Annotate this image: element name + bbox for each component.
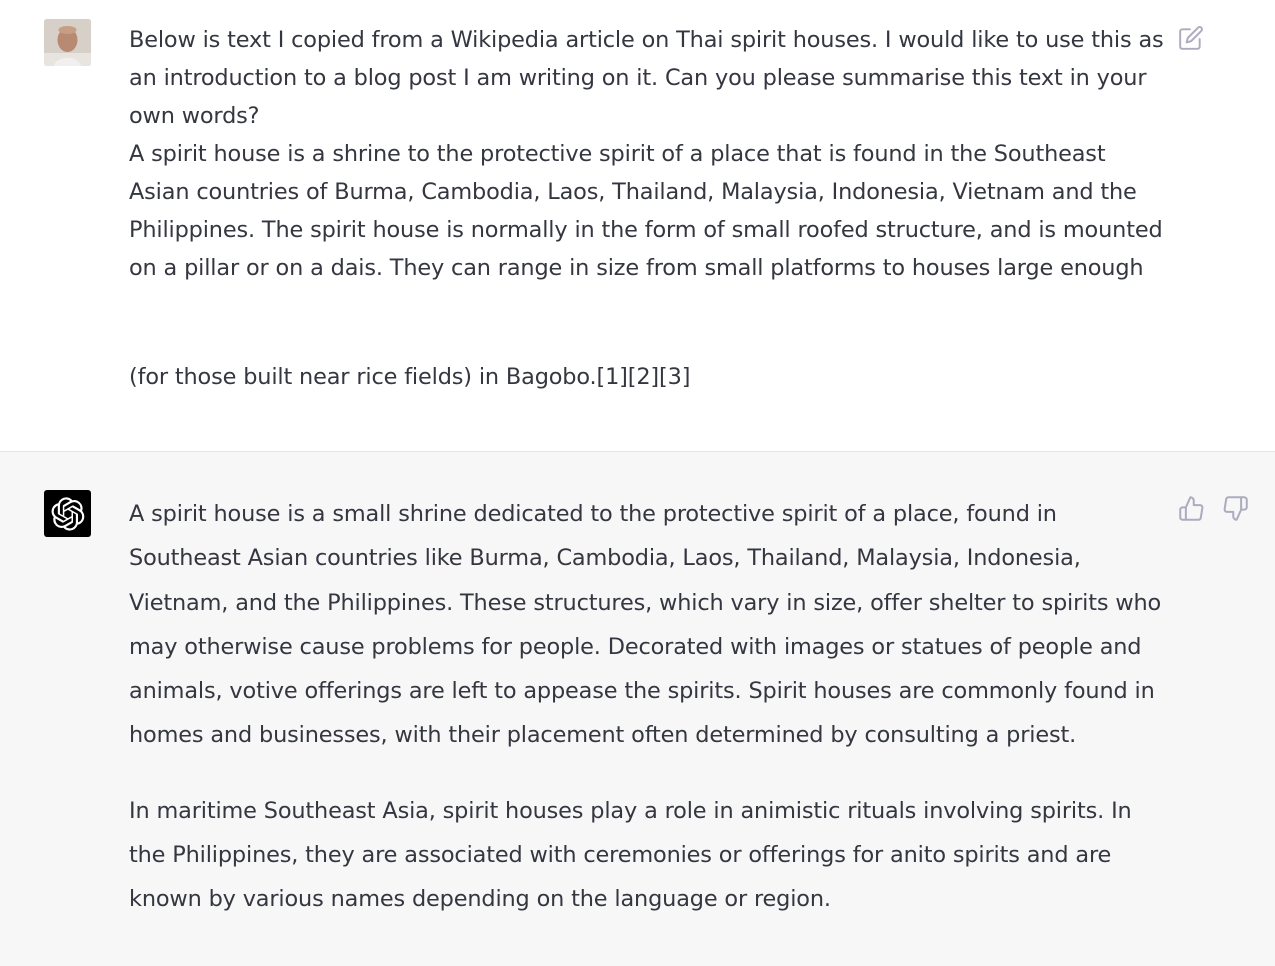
edit-message-button[interactable] <box>1178 25 1204 51</box>
user-message-row: Below is text I copied from a Wikipedia … <box>0 0 1275 452</box>
thumbs-down-button[interactable] <box>1222 495 1249 522</box>
assistant-message-paragraph-1: A spirit house is a small shrine dedicat… <box>129 501 1162 749</box>
thumbs-up-icon <box>1179 496 1204 521</box>
assistant-message-text: A spirit house is a small shrine dedicat… <box>129 492 1169 922</box>
assistant-avatar <box>44 490 91 537</box>
chat-page: Below is text I copied from a Wikipedia … <box>0 0 1275 966</box>
user-message-text: Below is text I copied from a Wikipedia … <box>129 21 1169 287</box>
assistant-message-row: A spirit house is a small shrine dedicat… <box>0 452 1275 966</box>
user-message-paragraph-2-end: (for those built near rice fields) in Ba… <box>129 364 691 390</box>
thumbs-down-icon <box>1223 496 1248 521</box>
user-message-paragraph-1: Below is text I copied from a Wikipedia … <box>129 27 1164 129</box>
user-avatar <box>44 19 91 66</box>
thumbs-up-button[interactable] <box>1178 495 1205 522</box>
user-photo-avatar-icon <box>44 19 91 66</box>
user-message-paragraph-2: A spirit house is a shrine to the protec… <box>129 141 1163 281</box>
openai-logo-icon <box>51 496 84 531</box>
user-message-clip: A spirit house is a shrine to the protec… <box>129 135 1169 287</box>
edit-icon <box>1179 26 1203 50</box>
assistant-message-paragraph-2: In maritime Southeast Asia, spirit house… <box>129 797 1132 913</box>
